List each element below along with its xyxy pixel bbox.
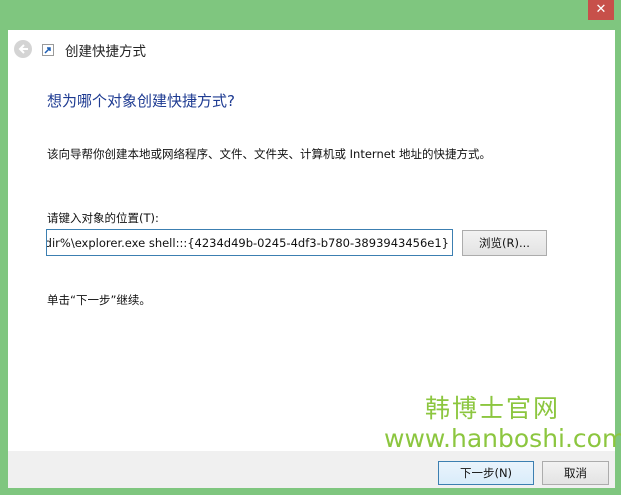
wizard-description: 该向导帮你创建本地或网络程序、文件、文件夹、计算机或 Internet 地址的快… [47,147,491,161]
wizard-header: 创建快捷方式 [8,30,615,66]
back-button[interactable] [14,40,32,58]
location-input-value: ndir%\explorer.exe shell:::{4234d49b-024… [46,236,449,250]
back-arrow-icon [18,44,28,54]
next-button[interactable]: 下一步(N) [438,461,534,485]
create-shortcut-window: ✕ 创建快捷方式 想为哪个对象创建快捷方式? 该向导帮你创建本地或网络程序、文件… [0,0,621,495]
watermark-url: www.hanboshi.com [384,424,621,453]
page-heading: 想为哪个对象创建快捷方式? [47,92,235,110]
cancel-button[interactable]: 取消 [542,461,609,485]
location-input[interactable]: ndir%\explorer.exe shell:::{4234d49b-024… [46,229,453,256]
close-button[interactable]: ✕ [588,0,614,20]
location-label: 请键入对象的位置(T): [47,211,159,225]
shortcut-icon [42,44,54,56]
window-title: 创建快捷方式 [65,44,146,60]
wizard-footer: 下一步(N) 取消 [8,451,615,488]
continue-hint: 单击“下一步”继续。 [47,293,151,307]
browse-button[interactable]: 浏览(R)... [462,230,547,256]
watermark-title: 韩博士官网 [425,394,561,423]
